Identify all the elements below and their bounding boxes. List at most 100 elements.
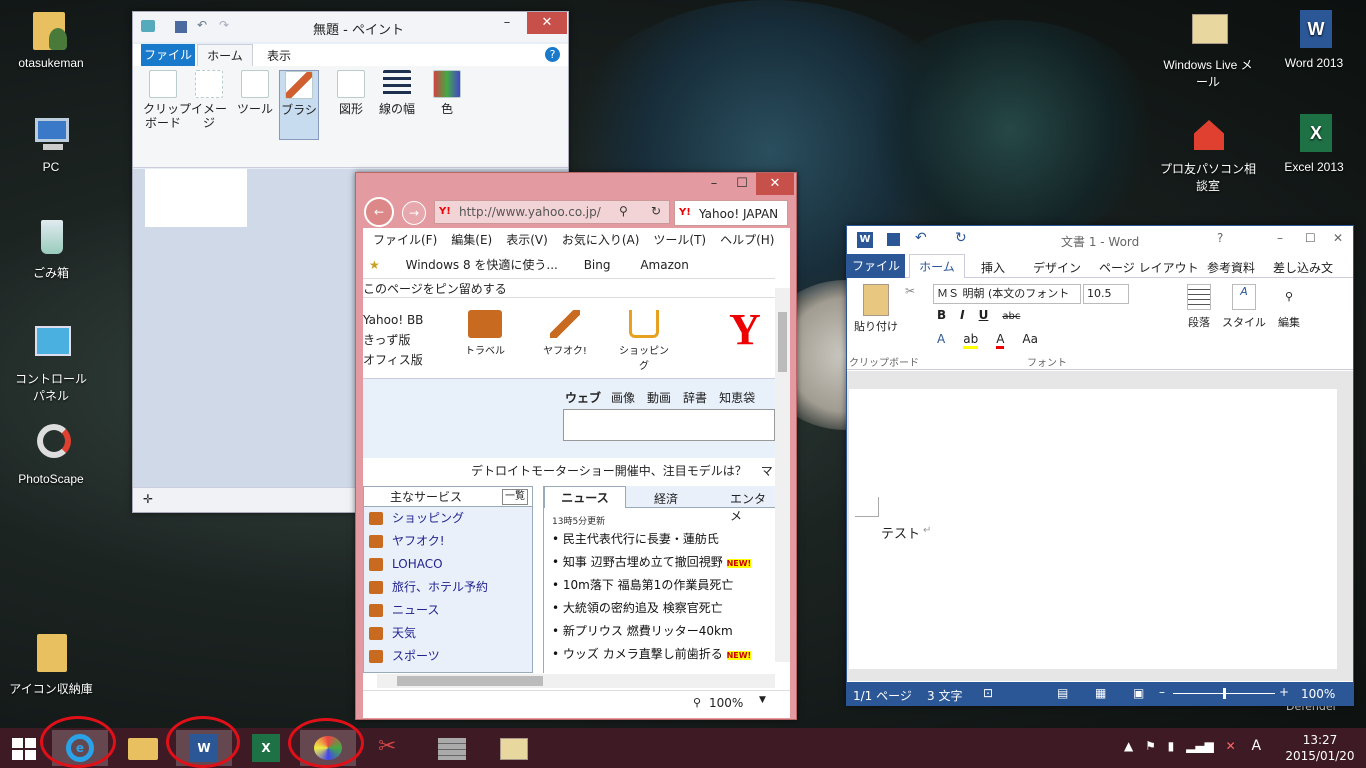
zoom-dropdown-icon[interactable]: ▼ <box>759 695 766 705</box>
search-tab-web[interactable]: ウェブ <box>565 391 601 405</box>
close-button[interactable]: ✕ <box>527 12 567 34</box>
word-help-icon[interactable]: ? <box>1217 231 1223 245</box>
svc-sports[interactable]: スポーツ <box>364 645 532 668</box>
news-item[interactable]: • 10m落下 福島第1の作業員死亡 <box>544 574 775 597</box>
word-tab-mailings[interactable]: 差し込み文 <box>1273 259 1343 276</box>
font-color-button[interactable]: A <box>996 332 1005 349</box>
paragraph-button[interactable]: 段落 <box>1179 284 1219 330</box>
svc-shopping[interactable]: ショッピング <box>364 507 532 530</box>
news-item[interactable]: • 大統領の密約追及 検察官死亡 <box>544 597 775 620</box>
desktop-icon-pc-consult[interactable]: プロ友パソコン相談室 <box>1160 112 1256 194</box>
word-tab-design[interactable]: デザイン <box>1033 259 1081 276</box>
link-yahoo-bb[interactable]: Yahoo! BB <box>363 310 423 330</box>
yahoo-search-input[interactable] <box>563 409 775 441</box>
highlight-button[interactable]: ab <box>963 332 979 349</box>
desktop-icon-otasukeman[interactable]: otasukeman <box>8 8 94 70</box>
tools-button[interactable]: ツール <box>235 70 275 116</box>
desktop-icon-recycle-bin[interactable]: ごみ箱 <box>8 216 94 281</box>
paint-tab-home[interactable]: ホーム <box>197 44 253 66</box>
desktop-icon-pc[interactable]: PC <box>8 112 94 174</box>
headline-link[interactable]: デトロイトモーターショー開催中、注目モデルは？マ <box>471 462 773 479</box>
taskbar-explorer[interactable] <box>114 730 170 766</box>
word-tab-layout[interactable]: ページ レイアウト <box>1099 259 1199 276</box>
word-tab-insert[interactable]: 挿入 <box>981 259 1005 276</box>
web-layout-icon[interactable]: ▣ <box>1133 686 1144 700</box>
news-item[interactable]: • 民主代表代行に長妻・蓮舫氏 <box>544 528 775 551</box>
news-tab-news[interactable]: ニュース <box>544 486 626 508</box>
font-name-select[interactable]: ＭＳ 明朝 (本文のフォント <box>933 284 1081 304</box>
link-kids[interactable]: きっず版 <box>363 330 423 350</box>
text-effects-button[interactable]: A <box>937 332 945 346</box>
word-zoom[interactable]: 100% <box>1301 687 1335 701</box>
desktop-icon-excel-2013[interactable]: X Excel 2013 <box>1268 112 1360 174</box>
paste-button[interactable]: 貼り付け <box>853 284 899 334</box>
line-width-button[interactable]: 線の幅 <box>375 70 419 116</box>
refresh-icon[interactable]: ↻ <box>651 204 661 218</box>
save-icon[interactable] <box>175 21 187 33</box>
ie-maximize-button[interactable]: ☐ <box>728 173 756 195</box>
read-mode-icon[interactable]: ▤ <box>1057 686 1068 700</box>
word-maximize-button[interactable]: ☐ <box>1305 231 1316 245</box>
search-icon[interactable]: ⚲ <box>619 204 628 218</box>
status-chars[interactable]: 3 文字 <box>927 687 962 704</box>
search-tab-chiebukuro[interactable]: 知恵袋 <box>719 391 755 405</box>
status-page[interactable]: 1/1 ページ <box>853 687 912 704</box>
word-page[interactable]: テスト ↵ <box>849 389 1337 669</box>
power-icon[interactable]: ▮ <box>1168 739 1175 753</box>
paint-tab-file[interactable]: ファイル <box>141 44 195 66</box>
desktop-icon-control-panel[interactable]: コントロール パネル <box>8 322 94 404</box>
menu-help[interactable]: ヘルプ(H) <box>720 233 774 247</box>
services-list-button[interactable]: 一覧 <box>502 489 528 505</box>
back-button[interactable]: ← <box>364 197 394 227</box>
cut-icon[interactable]: ✂ <box>905 284 915 298</box>
show-hidden-icons[interactable]: ▲ <box>1124 739 1133 753</box>
fav-amazon[interactable]: Amazon <box>640 258 689 272</box>
taskbar-wall-app[interactable] <box>424 730 480 766</box>
svc-lohaco[interactable]: LOHACO <box>364 553 532 576</box>
network-icon[interactable]: ▂▄▆ <box>1186 739 1214 753</box>
taskbar-excel[interactable]: X <box>238 730 294 766</box>
zoom-out-icon[interactable]: – <box>1159 685 1165 699</box>
svc-auction[interactable]: ヤフオク! <box>364 530 532 553</box>
menu-file[interactable]: ファイル(F) <box>373 233 437 247</box>
news-item[interactable]: • 新プリウス 燃費リッター40km <box>544 620 775 643</box>
fav-bing[interactable]: Bing <box>584 258 611 272</box>
favorites-star-icon[interactable]: ★ <box>369 258 380 272</box>
print-layout-icon[interactable]: ▦ <box>1095 686 1106 700</box>
font-size-select[interactable]: 10.5 <box>1083 284 1129 304</box>
paint-titlebar[interactable]: ↶ ↷ 無題 - ペイント – ✕ <box>133 12 568 42</box>
undo-icon[interactable]: ↶ <box>197 18 207 32</box>
ie-window[interactable]: – ☐ ✕ ← → Y! http://www.yahoo.co.jp/ ⚲ ↻… <box>355 172 797 720</box>
menu-view[interactable]: 表示(V) <box>506 233 548 247</box>
svc-news[interactable]: ニュース <box>364 599 532 622</box>
shapes-button[interactable]: 図形 <box>331 70 371 116</box>
word-close-button[interactable]: ✕ <box>1333 231 1343 245</box>
scroll-thumb[interactable] <box>778 312 787 372</box>
change-case-button[interactable]: Aa <box>1022 332 1038 346</box>
word-tab-home[interactable]: ホーム <box>909 254 965 279</box>
word-window[interactable]: W ↶ ↻ 文書 1 - Word ? – ☐ ✕ ファイル ホーム 挿入 デザ… <box>846 225 1354 706</box>
flag-icon[interactable]: ⚑ <box>1145 739 1156 753</box>
taskbar-snipping[interactable]: ✂ <box>362 730 418 766</box>
menu-tools[interactable]: ツール(T) <box>653 233 706 247</box>
word-redo-icon[interactable]: ↻ <box>955 230 967 246</box>
ie-tab[interactable]: Y! Yahoo! JAPAN <box>674 200 788 226</box>
image-button[interactable]: イメージ <box>189 70 229 130</box>
volume-muted-icon[interactable]: ✕ <box>1226 739 1236 753</box>
style-button[interactable]: A スタイル <box>1221 284 1267 330</box>
redo-icon[interactable]: ↷ <box>219 18 229 32</box>
news-tab-entertainment[interactable]: エンタメ <box>730 490 775 524</box>
hscroll-thumb[interactable] <box>397 676 543 686</box>
help-icon[interactable]: ? <box>545 47 560 62</box>
word-save-icon[interactable] <box>887 233 900 246</box>
zoom-in-icon[interactable]: + <box>1279 685 1289 699</box>
clock[interactable]: 13:27 2015/01/20 <box>1280 732 1360 764</box>
search-tab-video[interactable]: 動画 <box>647 391 671 405</box>
word-tab-references[interactable]: 参考資料 <box>1207 259 1255 276</box>
ie-minimize-button[interactable]: – <box>700 173 728 195</box>
desktop-icon-icon-storage[interactable]: アイコン収納庫 <box>8 632 94 697</box>
menu-edit[interactable]: 編集(E) <box>451 233 492 247</box>
svc-weather[interactable]: 天気 <box>364 622 532 645</box>
vertical-scrollbar[interactable] <box>775 288 790 662</box>
zoom-slider-thumb[interactable] <box>1223 688 1226 699</box>
